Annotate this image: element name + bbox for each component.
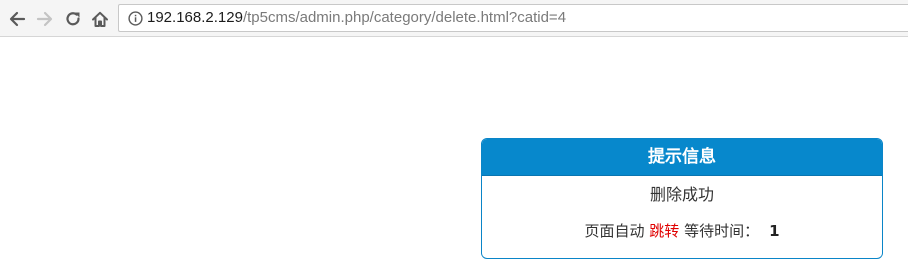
url-text[interactable]: 192.168.2.129/tp5cms/admin.php/category/… [147,5,566,31]
wait-label: 等待时间： [684,222,760,240]
home-button[interactable] [89,8,111,30]
reload-button[interactable] [62,8,84,30]
message-text: 删除成功 [649,185,714,204]
browser-toolbar: 192.168.2.129/tp5cms/admin.php/category/… [0,0,908,37]
back-button[interactable] [6,8,28,30]
url-path: /tp5cms/admin.php/category/delete.html?c… [242,9,567,26]
url-host: 192.168.2.129 [147,9,243,26]
forward-button[interactable] [34,8,56,30]
info-icon[interactable] [128,11,143,26]
jump-prefix: 页面自动 [584,222,645,240]
home-icon [92,11,108,27]
arrow-right-icon [36,11,53,27]
reload-icon [66,12,80,26]
message-box: 提示信息 删除成功 页面自动 跳转 等待时间： 1 [481,138,883,259]
jump-link[interactable]: 跳转 [649,222,679,240]
message-title: 提示信息 [482,139,882,176]
jump-info: 页面自动 跳转 等待时间： 1 [482,220,882,241]
arrow-left-icon [9,11,26,27]
address-bar[interactable]: 192.168.2.129/tp5cms/admin.php/category/… [118,4,908,32]
wait-seconds: 1 [769,222,780,240]
